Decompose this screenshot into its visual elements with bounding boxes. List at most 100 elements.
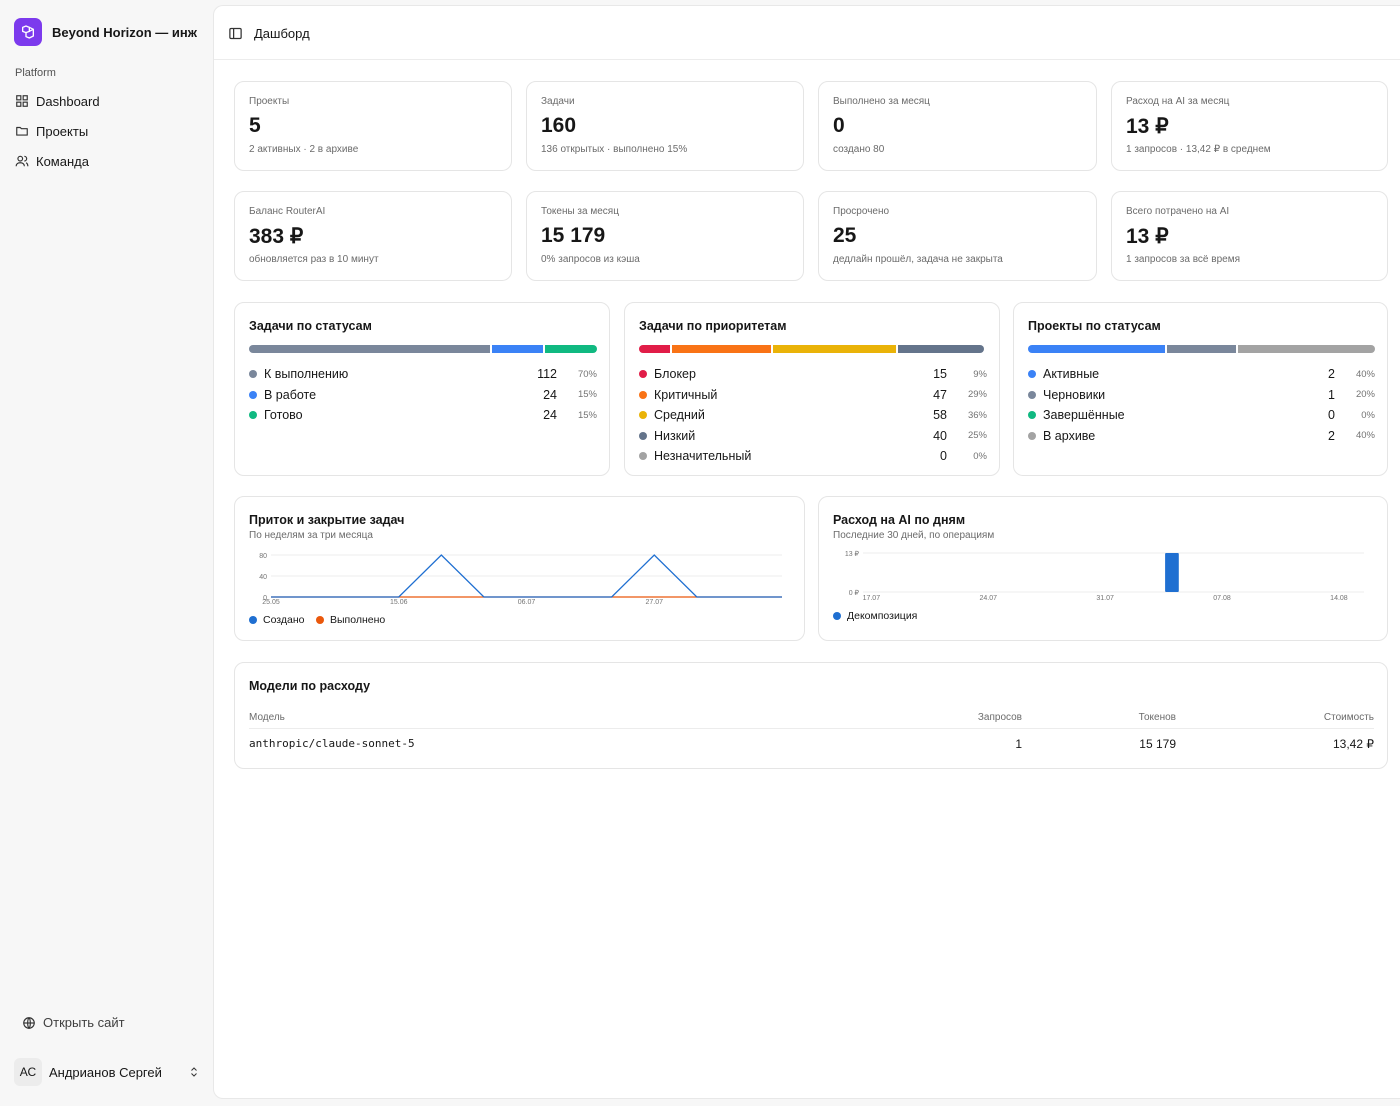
- legend-dot: [639, 452, 647, 461]
- y-tick-label: 80: [259, 553, 267, 560]
- legend-dot: [249, 390, 257, 399]
- legend-dot: [249, 411, 257, 420]
- legend-label: В работе: [264, 387, 317, 402]
- legend-count: 24: [543, 408, 557, 423]
- stacked-bar: [1028, 345, 1375, 353]
- stat-caption: 1 запросов за всё время: [1126, 254, 1240, 265]
- legend-swatch: [316, 616, 324, 624]
- legend-label: В архиве: [1043, 428, 1096, 443]
- legend-count: 24: [543, 387, 557, 402]
- legend-dot: [639, 370, 647, 379]
- sidebar-item-label: Dashboard: [36, 93, 100, 109]
- bar-segment: [1237, 345, 1375, 353]
- chevrons-up-down-icon: [188, 1066, 200, 1078]
- legend-label: Критичный: [654, 387, 718, 402]
- legend-dot: [1028, 411, 1036, 420]
- legend-count: 0: [940, 449, 947, 464]
- x-tick-label: 25.05: [262, 599, 280, 606]
- legend-row: Готово 24 15%: [249, 405, 597, 426]
- avatar: АС: [14, 1058, 42, 1086]
- breakdown-legend: Активные 2 40% Черновики 1 20% Завершённые 0 0% В…: [1028, 364, 1375, 446]
- user-name: Андрианов Сергей: [49, 1064, 162, 1080]
- card-models-by-spend: Модели по расходу Модель Запросов Токено…: [234, 662, 1388, 769]
- x-tick-label: 14.08: [1330, 595, 1348, 602]
- legend-dot: [1028, 390, 1036, 399]
- bar-segment: [772, 345, 897, 353]
- cell-requests: 1: [1015, 737, 1022, 751]
- bar-segment: [1028, 345, 1166, 353]
- stat-value: 25: [833, 224, 857, 247]
- legend-percent: 70%: [577, 368, 597, 380]
- user-menu[interactable]: АС Андрианов Сергей: [14, 1058, 200, 1086]
- legend-count: 0: [1328, 408, 1335, 423]
- legend-row: Завершённые 0 0%: [1028, 405, 1375, 426]
- table-title: Модели по расходу: [249, 679, 371, 693]
- sidebar-item-team[interactable]: Команда: [8, 148, 204, 174]
- legend-row: К выполнению 112 70%: [249, 364, 597, 385]
- legend-count: 15: [933, 367, 947, 382]
- card-title: Задачи по статусам: [249, 319, 372, 333]
- legend-percent: 15%: [577, 409, 597, 421]
- column-header-cost: Стоимость: [1323, 712, 1374, 723]
- legend-percent: 9%: [973, 368, 987, 380]
- sidebar-item-dashboard[interactable]: Dashboard: [8, 88, 204, 114]
- legend-label: К выполнению: [264, 367, 349, 382]
- table-divider: [249, 728, 1374, 729]
- legend-label: Завершённые: [1043, 408, 1125, 423]
- legend-percent: 29%: [967, 389, 987, 401]
- stat-card-ai-spend-total: Всего потрачено на AI 13 ₽ 1 запросов за…: [1111, 191, 1388, 281]
- app-logo-icon: [14, 18, 42, 46]
- stat-card-tasks: Задачи 160 136 открытых · выполнено 15%: [526, 81, 804, 171]
- legend-percent: 15%: [577, 389, 597, 401]
- sidebar-item-projects[interactable]: Проекты: [8, 118, 204, 144]
- card-task-flow-chart: Приток и закрытие задач По неделям за тр…: [234, 496, 805, 641]
- card-projects-by-status: Проекты по статусам Активные 2 40% Черновик…: [1013, 302, 1388, 476]
- sidebar: Beyond Horizon — инж... Platform Dashboa…: [0, 0, 212, 1106]
- bar-segment: [545, 345, 597, 353]
- legend-count: 2: [1328, 367, 1335, 382]
- x-tick-label: 06.07: [518, 599, 536, 606]
- legend-count: 2: [1328, 428, 1335, 443]
- stat-caption: создано 80: [833, 144, 885, 155]
- column-header-requests: Запросов: [977, 712, 1022, 723]
- legend-label: Активные: [1043, 367, 1100, 382]
- y-tick-label: 40: [259, 574, 267, 581]
- x-tick-label: 17.07: [863, 595, 881, 602]
- cell-cost: 13,42 ₽: [1333, 737, 1374, 751]
- stat-card-projects: Проекты 5 2 активных · 2 в архиве: [234, 81, 512, 171]
- legend-row: В архиве 2 40%: [1028, 426, 1375, 447]
- stat-label: Просрочено: [833, 206, 890, 217]
- bar-segment: [491, 345, 544, 353]
- stat-value: 13 ₽: [1126, 225, 1169, 248]
- legend-row: Средний 58 36%: [639, 405, 987, 426]
- legend-item-completed: Выполнено: [316, 614, 385, 626]
- bar-segment: [671, 345, 771, 353]
- stat-value: 383 ₽: [249, 225, 304, 248]
- legend-percent: 20%: [1355, 389, 1375, 401]
- legend-label: Незначительный: [654, 449, 752, 464]
- column-header-tokens: Токенов: [1138, 712, 1176, 723]
- header: Дашборд: [214, 6, 1400, 60]
- legend-label: Выполнено: [330, 614, 386, 626]
- stacked-bar: [249, 345, 597, 353]
- sidebar-toggle-icon[interactable]: [228, 26, 244, 42]
- card-title: Проекты по статусам: [1028, 319, 1161, 333]
- stat-card-completed-month: Выполнено за месяц 0 создано 80: [818, 81, 1097, 171]
- stat-label: Проекты: [249, 96, 290, 107]
- legend-row: Критичный 47 29%: [639, 385, 987, 406]
- open-site-link[interactable]: Открыть сайт: [22, 1015, 125, 1030]
- legend-label: Черновики: [1043, 387, 1106, 402]
- stat-value: 0: [833, 114, 845, 137]
- legend-label: Блокер: [654, 367, 696, 382]
- legend-label: Готово: [264, 408, 303, 423]
- column-header-model: Модель: [249, 712, 285, 723]
- legend-dot: [639, 390, 647, 399]
- stat-label: Задачи: [541, 96, 575, 107]
- x-tick-label: 07.08: [1213, 595, 1231, 602]
- brand[interactable]: Beyond Horizon — инж...: [14, 18, 204, 46]
- x-tick-label: 24.07: [979, 595, 997, 602]
- stat-caption: дедлайн прошёл, задача не закрыта: [833, 254, 1003, 265]
- legend-row: В работе 24 15%: [249, 385, 597, 406]
- stat-label: Токены за месяц: [541, 206, 619, 217]
- stat-caption: обновляется раз в 10 минут: [249, 254, 379, 265]
